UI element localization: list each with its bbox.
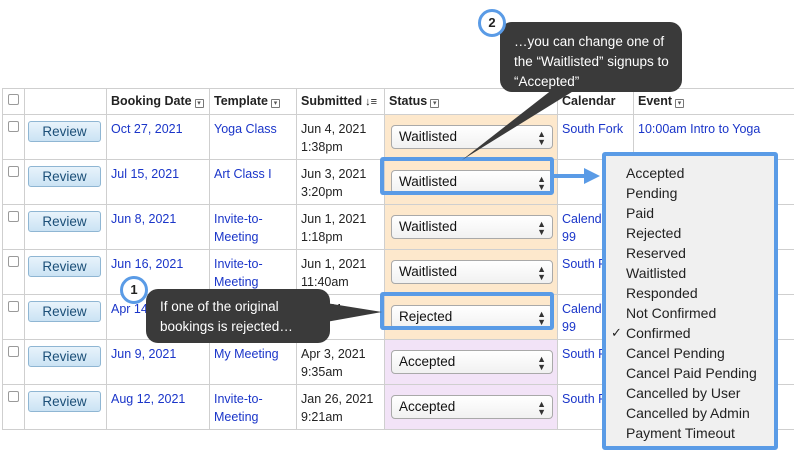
status-option-label: Responded	[626, 285, 698, 301]
status-option[interactable]: Cancelled by User	[606, 383, 774, 403]
status-option[interactable]: ✓ Confirmed	[606, 323, 774, 343]
status-option[interactable]: Cancel Pending	[606, 343, 774, 363]
status-option-label: Waitlisted	[626, 265, 687, 281]
status-option[interactable]: Responded	[606, 283, 774, 303]
status-option[interactable]: Accepted	[606, 163, 774, 183]
status-option-label: Cancel Paid Pending	[626, 365, 757, 381]
status-option[interactable]: Payment Timeout	[606, 423, 774, 443]
callout-1-text: If one of the original bookings is rejec…	[160, 299, 293, 334]
callout-2-number: 2	[478, 9, 506, 37]
status-option-label: Cancel Pending	[626, 345, 725, 361]
callout-1-tail	[326, 303, 382, 322]
status-option-label: Cancelled by User	[626, 385, 741, 401]
status-option[interactable]: Waitlisted	[606, 263, 774, 283]
callout-1: If one of the original bookings is rejec…	[146, 289, 330, 343]
status-option-label: Rejected	[626, 225, 682, 241]
status-option-label: Confirmed	[626, 325, 691, 341]
status-option[interactable]: Rejected	[606, 223, 774, 243]
status-option-label: Accepted	[626, 165, 685, 181]
status-option-label: Cancelled by Admin	[626, 405, 750, 421]
status-option-label: Reserved	[626, 245, 686, 261]
status-option[interactable]: Not Confirmed	[606, 303, 774, 323]
status-option[interactable]: Cancel Paid Pending	[606, 363, 774, 383]
connector-arrow-head	[584, 168, 600, 184]
status-option-label: Not Confirmed	[626, 305, 717, 321]
status-option[interactable]: Paid	[606, 203, 774, 223]
status-option[interactable]: Pending	[606, 183, 774, 203]
callout-2: …you can change one of the “Waitlisted” …	[500, 22, 682, 92]
status-dropdown-menu[interactable]: Accepted Pending Paid Rejected Reserved Waitl…	[602, 152, 778, 450]
status-option[interactable]: Reserved	[606, 243, 774, 263]
callout-2-tail	[462, 82, 588, 160]
status-option[interactable]: Cancelled by Admin	[606, 403, 774, 423]
callout-1-number: 1	[120, 276, 148, 304]
status-option-label: Payment Timeout	[626, 425, 735, 441]
checkmark-icon: ✓	[611, 325, 622, 340]
status-option-label: Paid	[626, 205, 655, 221]
callout-2-text: …you can change one of the “Waitlisted” …	[514, 34, 669, 89]
status-option-label: Pending	[626, 185, 678, 201]
